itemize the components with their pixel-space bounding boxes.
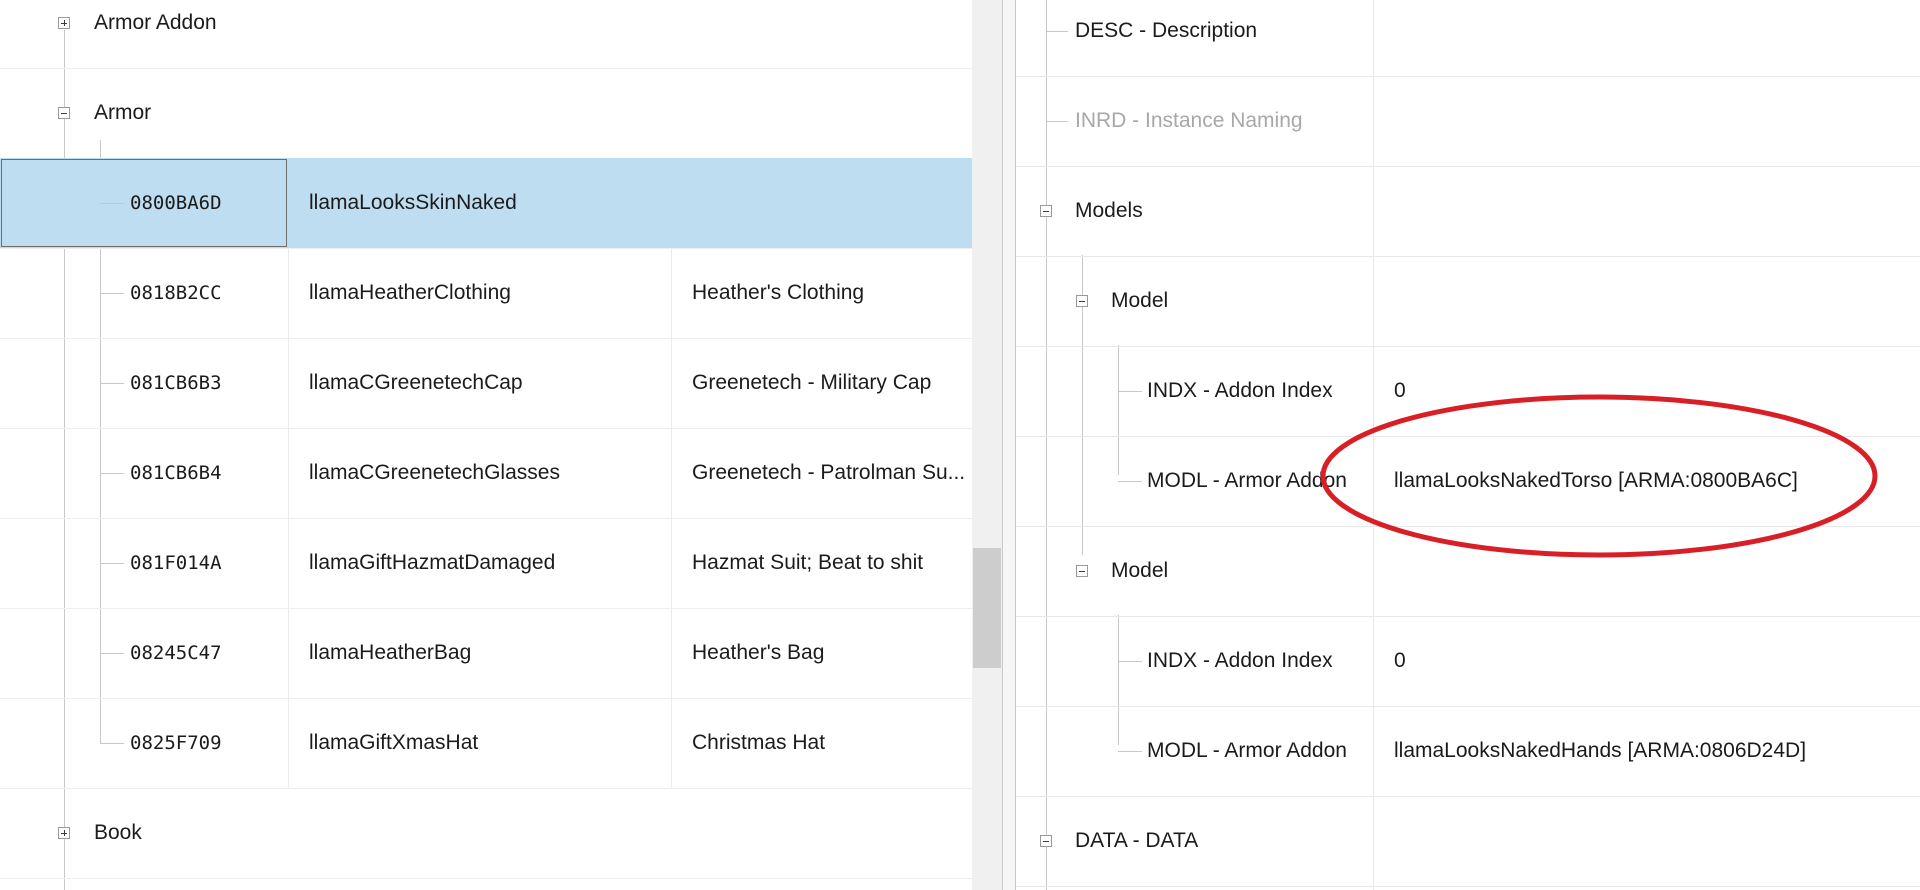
field-label: Model	[1111, 289, 1169, 312]
record-row[interactable]: 081F014A llamaGiftHazmatDamaged Hazmat S…	[0, 518, 972, 609]
minus-box-icon[interactable]	[1040, 835, 1052, 847]
tree-connector	[100, 563, 124, 564]
record-name: Hazmat Suit; Beat to shit	[692, 551, 924, 574]
editor-id: llamaLooksSkinNaked	[309, 191, 517, 214]
field-value[interactable]: 0	[1394, 649, 1406, 673]
field-label: Model	[1111, 559, 1169, 582]
record-row[interactable]: 081CB6B4 llamaCGreenetechGlasses Greenet…	[0, 428, 972, 519]
field-row[interactable]: DATA - DATA	[1016, 796, 1920, 887]
record-row[interactable]: 0800BA6D llamaLooksSkinNaked	[0, 158, 972, 249]
field-row[interactable]: MODL - Armor Addon llamaLooksNakedHands …	[1016, 706, 1920, 797]
tree-group-armor[interactable]: Armor	[0, 68, 972, 159]
group-label-armor: Armor	[94, 101, 152, 124]
field-label: INDX - Addon Index	[1147, 379, 1333, 402]
tree-group-book[interactable]: Book	[0, 788, 972, 879]
record-name: Greenetech - Patrolman Su...	[692, 461, 966, 484]
minus-box-icon[interactable]	[58, 107, 70, 119]
record-row[interactable]: 0825F709 llamaGiftXmasHat Christmas Hat	[0, 698, 972, 789]
form-id: 081F014A	[130, 552, 222, 574]
plus-box-icon[interactable]	[58, 17, 70, 29]
form-id: 081CB6B3	[130, 372, 222, 394]
record-name: Greenetech - Military Cap	[692, 371, 932, 394]
field-label: Models	[1075, 199, 1143, 222]
field-label: INDX - Addon Index	[1147, 649, 1333, 672]
field-row[interactable]: DESC - Description	[1016, 0, 1920, 77]
vertical-scrollbar[interactable]	[972, 0, 1002, 890]
form-id: 081CB6B4	[130, 462, 222, 484]
form-id: 0800BA6D	[130, 192, 222, 214]
field-label: DESC - Description	[1075, 19, 1258, 42]
field-label: INRD - Instance Naming	[1075, 109, 1303, 132]
tree-connector	[100, 743, 124, 744]
minus-box-icon[interactable]	[1076, 295, 1088, 307]
tree-group-armor-addon[interactable]: Armor Addon	[0, 0, 972, 69]
field-row[interactable]: Models	[1016, 166, 1920, 257]
tree-connector	[100, 293, 124, 294]
tree-connector	[100, 383, 124, 384]
record-tree-pane: Armor Addon Armor 0800BA6D llamaLooksSki…	[0, 0, 972, 890]
annotation-ellipse	[1320, 394, 1878, 558]
editor-id: llamaHeatherBag	[309, 641, 472, 664]
tree-connector	[100, 203, 124, 204]
field-row[interactable]: Model	[1016, 256, 1920, 347]
minus-box-icon[interactable]	[1040, 205, 1052, 217]
scrollbar-thumb[interactable]	[973, 548, 1001, 668]
field-row[interactable]: INRD - Instance Naming	[1016, 76, 1920, 167]
record-name: Christmas Hat	[692, 731, 826, 754]
editor-id: llamaGiftHazmatDamaged	[309, 551, 556, 574]
record-row[interactable]: 08245C47 llamaHeatherBag Heather's Bag	[0, 608, 972, 699]
editor-id: llamaCGreenetechCap	[309, 371, 523, 394]
editor-id: llamaGiftXmasHat	[309, 731, 479, 754]
record-row[interactable]: 0818B2CC llamaHeatherClothing Heather's …	[0, 248, 972, 339]
field-label: DATA - DATA	[1075, 829, 1199, 852]
plus-box-icon[interactable]	[58, 827, 70, 839]
field-value[interactable]: llamaLooksNakedHands [ARMA:0806D24D]	[1394, 739, 1806, 763]
pane-splitter[interactable]	[1002, 0, 1016, 890]
minus-box-icon[interactable]	[1076, 565, 1088, 577]
group-label-book: Book	[94, 821, 142, 844]
record-name: Heather's Bag	[692, 641, 825, 664]
tree-connector	[100, 653, 124, 654]
field-row[interactable]: INDX - Addon Index 0	[1016, 616, 1920, 707]
editor-id: llamaHeatherClothing	[309, 281, 511, 304]
form-id: 0825F709	[130, 732, 222, 754]
editor-id: llamaCGreenetechGlasses	[309, 461, 560, 484]
form-id: 0818B2CC	[130, 282, 222, 304]
group-label-armor-addon: Armor Addon	[94, 11, 217, 34]
tree-connector	[100, 473, 124, 474]
record-row[interactable]: 081CB6B3 llamaCGreenetechCap Greenetech …	[0, 338, 972, 429]
form-id: 08245C47	[130, 642, 222, 664]
field-label: MODL - Armor Addon	[1147, 469, 1347, 492]
field-label: MODL - Armor Addon	[1147, 739, 1347, 762]
record-name: Heather's Clothing	[692, 281, 865, 304]
